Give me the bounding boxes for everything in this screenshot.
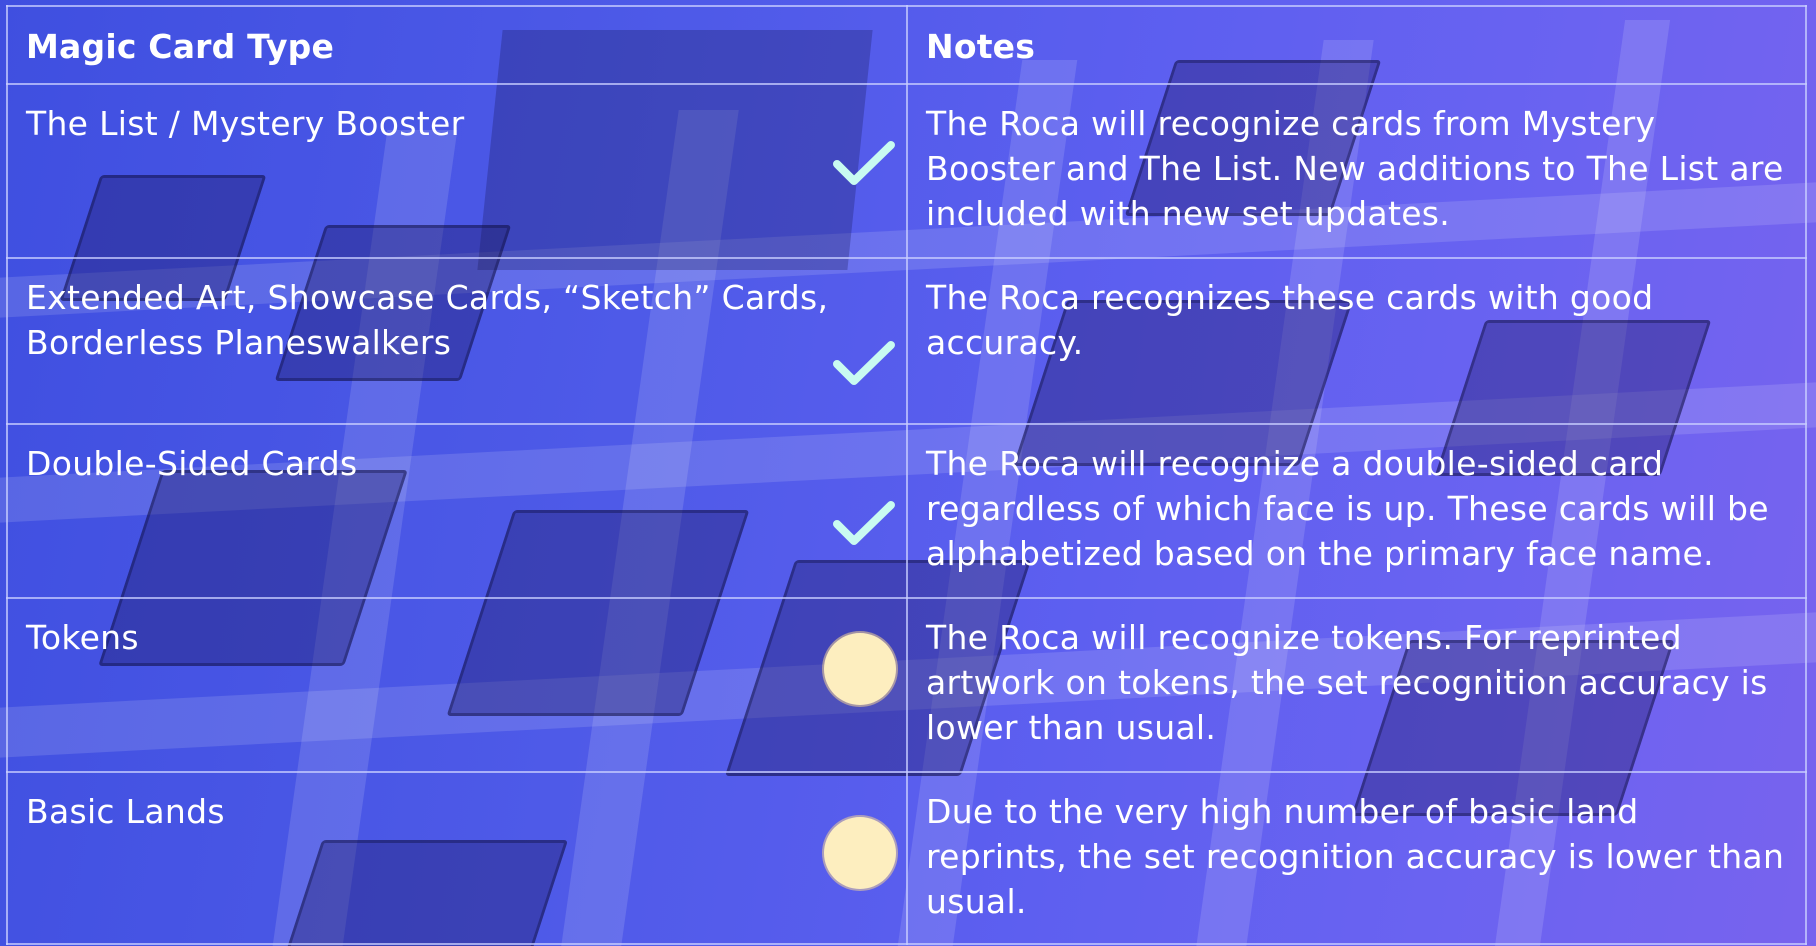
table-row: Basic Lands Due to the very high number … [6,771,1807,945]
card-type-label: Tokens [26,618,139,657]
notes-cell: The Roca will recognize a double-sided c… [906,423,1807,599]
type-cell: Double-Sided Cards [6,423,908,599]
notes-text: The Roca will recognize cards from Myste… [926,104,1784,233]
notes-cell: The Roca will recognize tokens. For repr… [906,597,1807,773]
header-cell-notes: Notes [906,5,1807,85]
table-row: Double-Sided Cards The Roca will recogni… [6,423,1807,599]
card-support-table: Magic Card Type Notes The List / Mystery… [6,5,1807,945]
table-row: The List / Mystery Booster The Roca will… [6,83,1807,259]
notes-cell: The Roca will recognize cards from Myste… [906,83,1807,259]
slide: Magic Card Type Notes The List / Mystery… [0,0,1816,946]
header-cell-type: Magic Card Type [6,5,908,85]
type-cell: Tokens [6,597,908,773]
table-row: Tokens The Roca will recognize tokens. F… [6,597,1807,773]
table-row: Extended Art, Showcase Cards, “Sketch” C… [6,257,1807,425]
check-icon [832,499,896,549]
type-cell: Extended Art, Showcase Cards, “Sketch” C… [6,257,908,425]
card-type-label: The List / Mystery Booster [26,104,465,143]
notes-cell: The Roca recognizes these cards with goo… [906,257,1807,425]
table-header-row: Magic Card Type Notes [6,5,1807,85]
check-icon [832,339,896,389]
notes-text: The Roca recognizes these cards with goo… [926,278,1654,362]
card-type-label: Extended Art, Showcase Cards, “Sketch” C… [26,278,829,362]
notes-cell: Due to the very high number of basic lan… [906,771,1807,945]
card-type-label: Double-Sided Cards [26,444,358,483]
card-type-label: Basic Lands [26,792,225,831]
check-icon [832,139,896,189]
column-header-magic-card-type: Magic Card Type [26,27,335,66]
notes-text: Due to the very high number of basic lan… [926,792,1785,921]
type-cell: The List / Mystery Booster [6,83,908,259]
type-cell: Basic Lands [6,771,908,945]
column-header-notes: Notes [926,27,1036,66]
circle-icon [824,817,896,889]
notes-text: The Roca will recognize a double-sided c… [926,444,1769,573]
circle-icon [824,633,896,705]
notes-text: The Roca will recognize tokens. For repr… [926,618,1768,747]
